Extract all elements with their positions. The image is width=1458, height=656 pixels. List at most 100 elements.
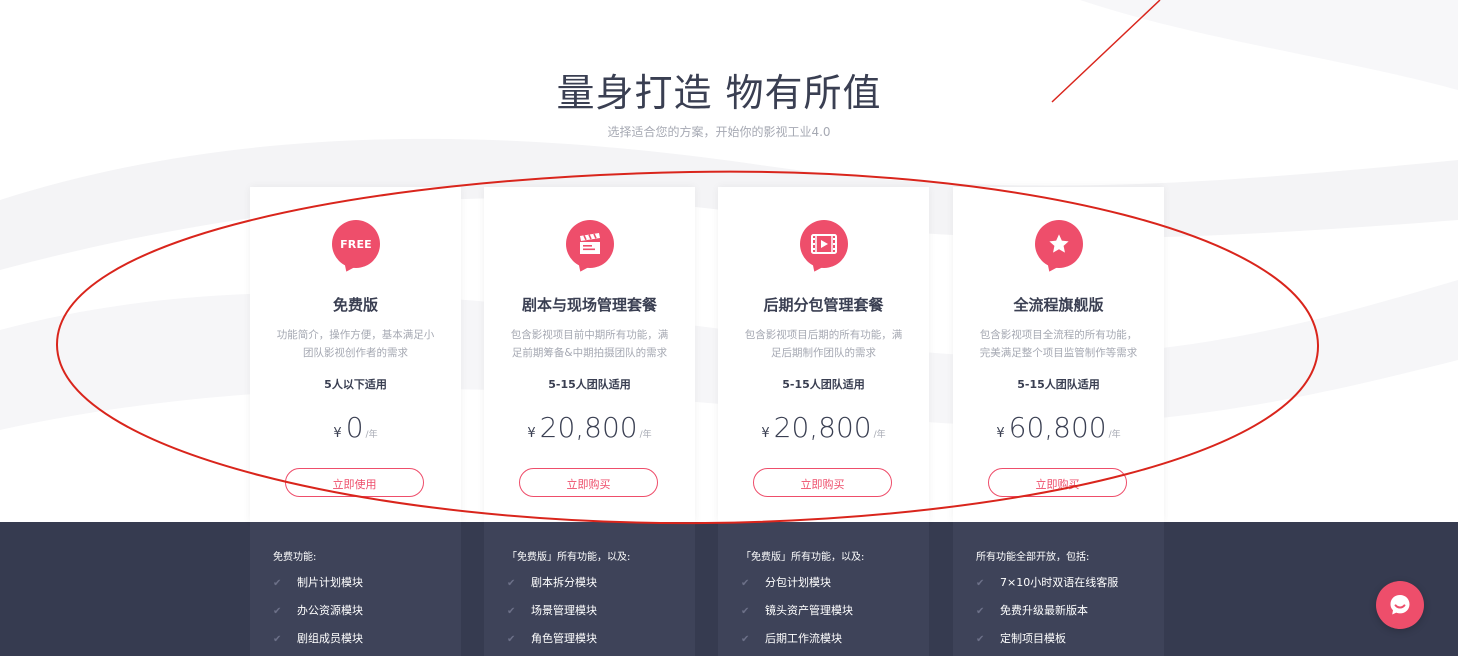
- check-icon: ✔: [507, 634, 516, 645]
- plan-description: 包含影视项目后期的所有功能，满 足后期制作团队的需求: [740, 326, 907, 362]
- price-period: /年: [365, 430, 378, 440]
- check-icon: ✔: [273, 578, 282, 589]
- feature-item: ✔ 免费升级最新版本: [976, 602, 1088, 618]
- plan-card-script-onset: 剧本与现场管理套餐 包含影视项目前中期所有功能，满 足前期筹备&中期拍摄团队的需…: [484, 187, 695, 522]
- plan-team-size: 5-15人团队适用: [1017, 378, 1100, 391]
- page-title: 量身打造 物有所值: [556, 71, 882, 115]
- plan-team-size: 5人以下适用: [324, 378, 387, 391]
- check-icon: ✔: [507, 606, 516, 617]
- feature-item: ✔ 场景管理模块: [507, 602, 597, 618]
- plan-name: 剧本与现场管理套餐: [521, 296, 657, 314]
- feature-item: ✔ 角色管理模块: [507, 630, 597, 646]
- film-play-glyph: [811, 234, 837, 254]
- film-play-icon: [800, 220, 848, 268]
- feature-label: 分包计划模块: [765, 576, 831, 589]
- free-badge-icon: FREE: [332, 220, 380, 268]
- page-subtitle: 选择适合您的方案，开始你的影视工业4.0: [607, 125, 831, 139]
- plan-card-free: FREE 免费版 功能简介，操作方便，基本满足小 团队影视创作者的需求 5人以下…: [250, 187, 461, 522]
- plan-name: 后期分包管理套餐: [763, 296, 884, 314]
- chat-button[interactable]: [1376, 581, 1424, 629]
- feature-item: ✔ 后期工作流模块: [741, 630, 842, 646]
- free-badge-text: FREE: [340, 237, 372, 251]
- feature-label: 剧本拆分模块: [531, 576, 597, 589]
- feature-item: ✔ 剧本拆分模块: [507, 574, 597, 590]
- feature-label: 场景管理模块: [531, 604, 597, 617]
- plan-price: ¥20,800/年: [718, 411, 929, 444]
- plan-card-flagship: 全流程旗舰版 包含影视项目全流程的所有功能， 完美满足整个项目监管制作等需求 5…: [953, 187, 1164, 522]
- plan-price: ¥0/年: [250, 411, 461, 444]
- plan-description-line: 包含影视项目后期的所有功能，满: [744, 329, 903, 341]
- buy-now-button[interactable]: 立即购买: [519, 468, 658, 497]
- plan-description: 功能简介，操作方便，基本满足小 团队影视创作者的需求: [272, 326, 439, 362]
- check-icon: ✔: [741, 634, 750, 645]
- currency-symbol: ¥: [333, 426, 342, 441]
- check-icon: ✔: [976, 578, 985, 589]
- feature-label: 定制项目模板: [1000, 632, 1066, 645]
- feature-label: 角色管理模块: [531, 632, 597, 645]
- feature-item: ✔ 镜头资产管理模块: [741, 602, 853, 618]
- plan-description-line: 包含影视项目全流程的所有功能，: [979, 329, 1138, 341]
- plan-description: 包含影视项目前中期所有功能，满 足前期筹备&中期拍摄团队的需求: [506, 326, 673, 362]
- features-intro: 「免费版」所有功能，以及:: [741, 552, 865, 563]
- check-icon: ✔: [741, 578, 750, 589]
- check-icon: ✔: [273, 634, 282, 645]
- feature-label: 办公资源模块: [297, 604, 363, 617]
- feature-item: ✔ 制片计划模块: [273, 574, 363, 590]
- feature-label: 镜头资产管理模块: [765, 604, 853, 617]
- plan-description-line: 足后期制作团队的需求: [771, 347, 876, 359]
- feature-label: 剧组成员模块: [297, 632, 363, 645]
- feature-item: ✔ 7×10小时双语在线客服: [976, 574, 1118, 590]
- feature-label: 免费升级最新版本: [1000, 604, 1088, 617]
- features-list-script-onset: 「免费版」所有功能，以及: ✔ 剧本拆分模块 ✔ 场景管理模块 ✔ 角色管理模块: [484, 522, 695, 656]
- plan-name: 全流程旗舰版: [1013, 296, 1104, 314]
- plan-description-line: 包含影视项目前中期所有功能，满: [510, 329, 669, 341]
- price-period: /年: [639, 430, 652, 440]
- currency-symbol: ¥: [761, 426, 770, 441]
- plan-name: 免费版: [332, 296, 378, 314]
- price-amount: 20,800: [773, 411, 872, 444]
- feature-item: ✔ 剧组成员模块: [273, 630, 363, 646]
- price-period: /年: [873, 430, 886, 440]
- features-intro: 「免费版」所有功能，以及:: [507, 552, 631, 563]
- plan-description-line: 功能简介，操作方便，基本满足小: [276, 329, 435, 341]
- plan-description-line: 团队影视创作者的需求: [303, 347, 408, 359]
- feature-label: 后期工作流模块: [765, 632, 842, 645]
- check-icon: ✔: [976, 606, 985, 617]
- feature-item: ✔ 办公资源模块: [273, 602, 363, 618]
- features-list-post-production: 「免费版」所有功能，以及: ✔ 分包计划模块 ✔ 镜头资产管理模块 ✔ 后期工作流模块: [718, 522, 929, 656]
- plan-team-size: 5-15人团队适用: [548, 378, 631, 391]
- feature-label: 7×10小时双语在线客服: [1000, 576, 1119, 589]
- chat-smile-icon: [1390, 595, 1410, 615]
- price-period: /年: [1108, 430, 1121, 440]
- star-glyph: [1049, 234, 1069, 253]
- price-amount: 60,800: [1008, 411, 1107, 444]
- currency-symbol: ¥: [527, 426, 536, 441]
- star-icon: [1035, 220, 1083, 268]
- features-list-free: 免费功能: ✔ 制片计划模块 ✔ 办公资源模块 ✔ 剧组成员模块: [250, 522, 461, 656]
- check-icon: ✔: [976, 634, 985, 645]
- feature-label: 制片计划模块: [297, 576, 363, 589]
- plan-description-line: 完美满足整个项目监管制作等需求: [979, 347, 1138, 359]
- clapperboard-icon: [566, 220, 614, 268]
- plan-team-size: 5-15人团队适用: [782, 378, 865, 391]
- plan-card-post-production: 后期分包管理套餐 包含影视项目后期的所有功能，满 足后期制作团队的需求 5-15…: [718, 187, 929, 522]
- clapperboard-glyph: [580, 233, 600, 254]
- check-icon: ✔: [273, 606, 282, 617]
- plan-description-line: 足前期筹备&中期拍摄团队的需求: [511, 347, 668, 359]
- check-icon: ✔: [741, 606, 750, 617]
- buy-now-button[interactable]: 立即购买: [988, 468, 1127, 497]
- features-intro: 所有功能全部开放，包括:: [976, 552, 1090, 563]
- plan-description: 包含影视项目全流程的所有功能， 完美满足整个项目监管制作等需求: [975, 326, 1142, 362]
- features-intro: 免费功能:: [273, 552, 317, 563]
- buy-now-button[interactable]: 立即购买: [753, 468, 892, 497]
- check-icon: ✔: [507, 578, 516, 589]
- currency-symbol: ¥: [996, 426, 1005, 441]
- price-amount: 0: [345, 411, 364, 444]
- feature-item: ✔ 分包计划模块: [741, 574, 831, 590]
- use-now-button[interactable]: 立即使用: [285, 468, 424, 497]
- features-list-flagship: 所有功能全部开放，包括: ✔ 7×10小时双语在线客服 ✔ 免费升级最新版本 ✔ 定制…: [953, 522, 1164, 656]
- feature-item: ✔ 定制项目模板: [976, 630, 1066, 646]
- plan-price: ¥60,800/年: [953, 411, 1164, 444]
- plan-price: ¥20,800/年: [484, 411, 695, 444]
- price-amount: 20,800: [539, 411, 638, 444]
